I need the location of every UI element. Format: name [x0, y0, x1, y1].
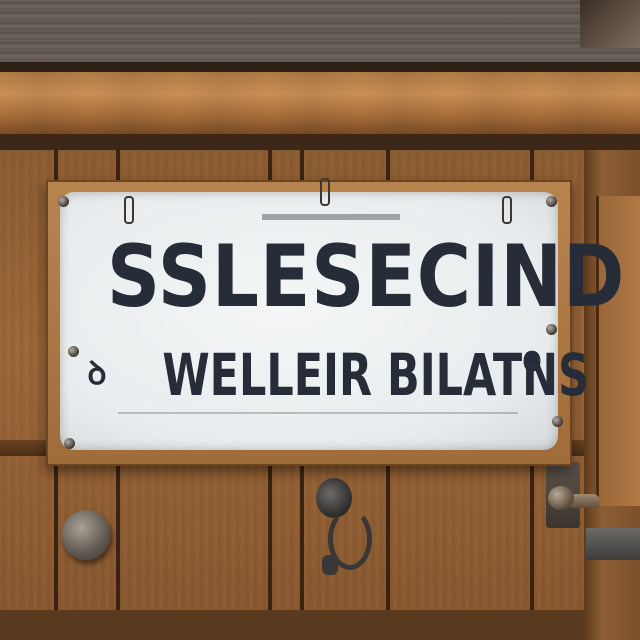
- screw: [68, 346, 79, 357]
- roof-shingles: [0, 0, 640, 70]
- door-handle-foot: [322, 555, 338, 575]
- sign-line-1: SSLESECIND: [106, 227, 626, 327]
- hanging-hook: [320, 178, 330, 206]
- screw: [64, 438, 75, 449]
- hanging-hook: [502, 196, 512, 224]
- sign-left-mark: ꝺ: [87, 354, 107, 392]
- round-knob: [62, 510, 110, 560]
- bottom-rail: [0, 610, 640, 640]
- scene: SSLESECIND ꝺ WELLEIR BILATNS 0: [0, 0, 640, 640]
- hanging-hook: [124, 196, 134, 224]
- screw: [58, 196, 69, 207]
- sign-underline: [118, 412, 518, 414]
- latch-knob: [548, 486, 574, 510]
- screw: [546, 196, 557, 207]
- door-hinge: [586, 528, 640, 560]
- sign-line-2: WELLEIR BILATNS: [162, 341, 590, 409]
- roof-corner: [580, 0, 640, 48]
- sign-right-mark: 0: [522, 345, 542, 378]
- beam-grain: [0, 72, 640, 134]
- screw: [552, 416, 563, 427]
- sign-stripe: [262, 214, 400, 220]
